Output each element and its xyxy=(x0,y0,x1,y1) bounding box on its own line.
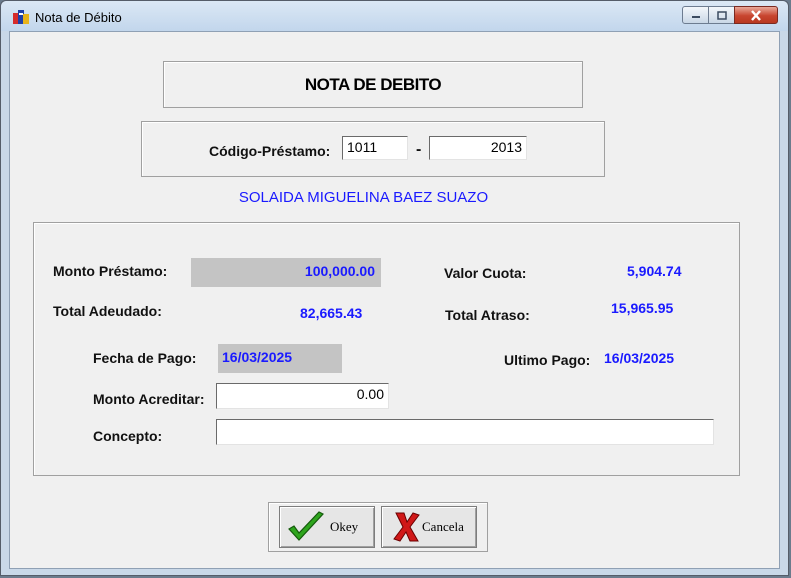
ultimo-pago-value: 16/03/2025 xyxy=(604,350,675,366)
dialog-window: Nota de Débito NOTA DE DEBITO Código-Pré… xyxy=(0,0,789,576)
page-title: NOTA DE DEBITO xyxy=(304,75,442,94)
total-adeudado-value: 82,665.43 xyxy=(300,305,363,321)
valor-cuota-label: Valor Cuota: xyxy=(444,265,527,281)
monto-prestamo-text: 100,000.00 xyxy=(304,263,375,279)
cancela-label: Cancela xyxy=(422,519,464,534)
client-name: SOLAIDA MIGUELINA BAEZ SUAZO xyxy=(238,189,489,206)
details-panel: Monto Préstamo: 100,000.00 Valor Cuota: … xyxy=(33,222,740,476)
maximize-button[interactable] xyxy=(708,6,735,24)
okey-label: Okey xyxy=(330,519,359,534)
window-title: Nota de Débito xyxy=(35,10,122,25)
buttons-panel: Okey Cancela xyxy=(268,502,488,552)
total-atraso-label: Total Atraso: xyxy=(445,307,530,323)
monto-acreditar-label: Monto Acreditar: xyxy=(93,391,205,407)
loan-code-panel: Código-Préstamo: 1011 - 2013 xyxy=(141,121,605,177)
fecha-pago-text: 16/03/2025 xyxy=(222,349,293,365)
valor-cuota-value: 5,904.74 xyxy=(627,263,682,279)
loan-code-separator: - xyxy=(416,141,422,158)
minimize-button[interactable] xyxy=(682,6,709,24)
monto-prestamo-value: 100,000.00 xyxy=(191,258,381,287)
cancela-button[interactable]: Cancela xyxy=(381,506,477,548)
total-adeudado-label: Total Adeudado: xyxy=(53,303,162,319)
fecha-pago-value: 16/03/2025 xyxy=(218,344,342,373)
total-atraso-value: 15,965.95 xyxy=(611,300,674,316)
close-button[interactable] xyxy=(734,6,778,24)
maximize-icon xyxy=(716,10,727,20)
fecha-pago-label: Fecha de Pago: xyxy=(93,350,197,366)
checkmark-icon xyxy=(288,511,324,541)
monto-prestamo-label: Monto Préstamo: xyxy=(53,263,168,279)
close-icon xyxy=(751,9,761,21)
concepto-label: Concepto: xyxy=(93,428,163,444)
window-controls xyxy=(682,6,778,24)
ultimo-pago-label: Ultimo Pago: xyxy=(504,352,591,368)
minimize-icon xyxy=(691,16,700,18)
concepto-input[interactable] xyxy=(216,419,714,445)
app-icon xyxy=(13,10,29,24)
loan-code-label: Código-Préstamo: xyxy=(209,143,331,159)
loan-code-part2-input[interactable]: 2013 xyxy=(429,136,527,160)
monto-acreditar-input[interactable]: 0.00 xyxy=(216,383,389,409)
loan-code-part1-input[interactable]: 1011 xyxy=(342,136,408,160)
x-mark-icon xyxy=(393,512,420,542)
dialog-body: NOTA DE DEBITO Código-Préstamo: 1011 - 2… xyxy=(9,31,780,569)
okey-button[interactable]: Okey xyxy=(279,506,375,548)
header-panel: NOTA DE DEBITO xyxy=(163,61,583,108)
title-bar[interactable]: Nota de Débito xyxy=(1,1,788,31)
